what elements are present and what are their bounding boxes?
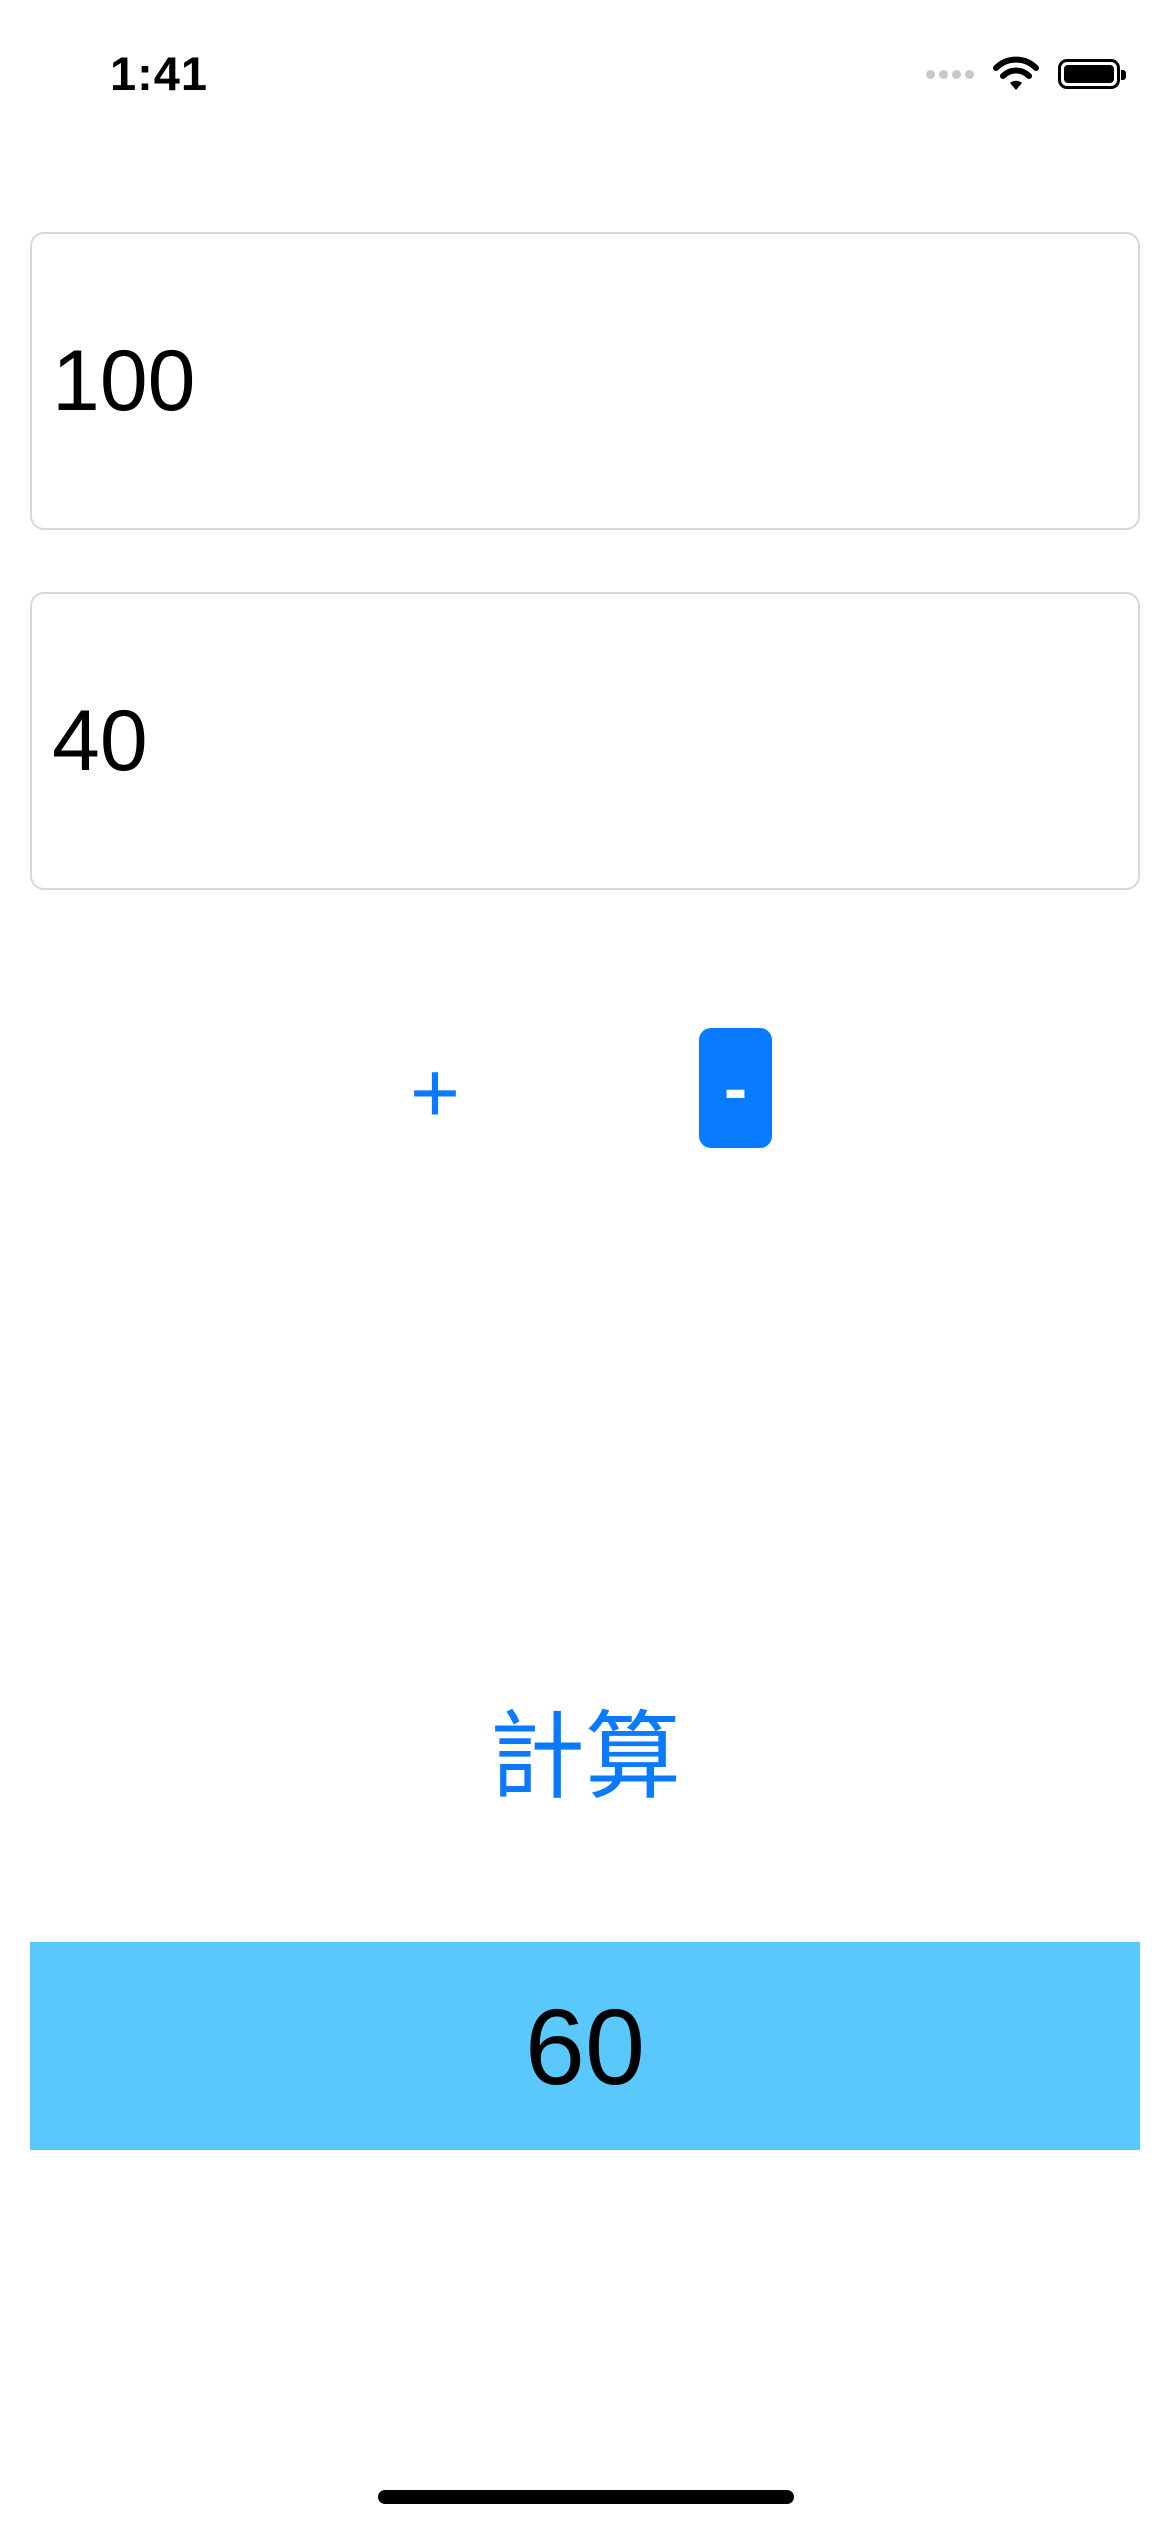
minus-button[interactable]: -: [699, 1028, 772, 1148]
result-label: 60: [30, 1942, 1140, 2150]
signal-icon: [926, 69, 974, 79]
plus-button[interactable]: +: [392, 1048, 478, 1138]
home-indicator[interactable]: [378, 2490, 794, 2504]
first-number-field[interactable]: 100: [30, 232, 1140, 530]
status-time: 1:41: [110, 47, 209, 100]
calculator-screen: 1:41 100 40 + - 計算 60: [0, 0, 1170, 2532]
wifi-icon: [993, 56, 1039, 90]
calculate-button[interactable]: 計算: [435, 1690, 735, 1813]
status-icons: [926, 52, 1126, 96]
battery-icon: [1058, 59, 1126, 89]
second-number-field[interactable]: 40: [30, 592, 1140, 890]
